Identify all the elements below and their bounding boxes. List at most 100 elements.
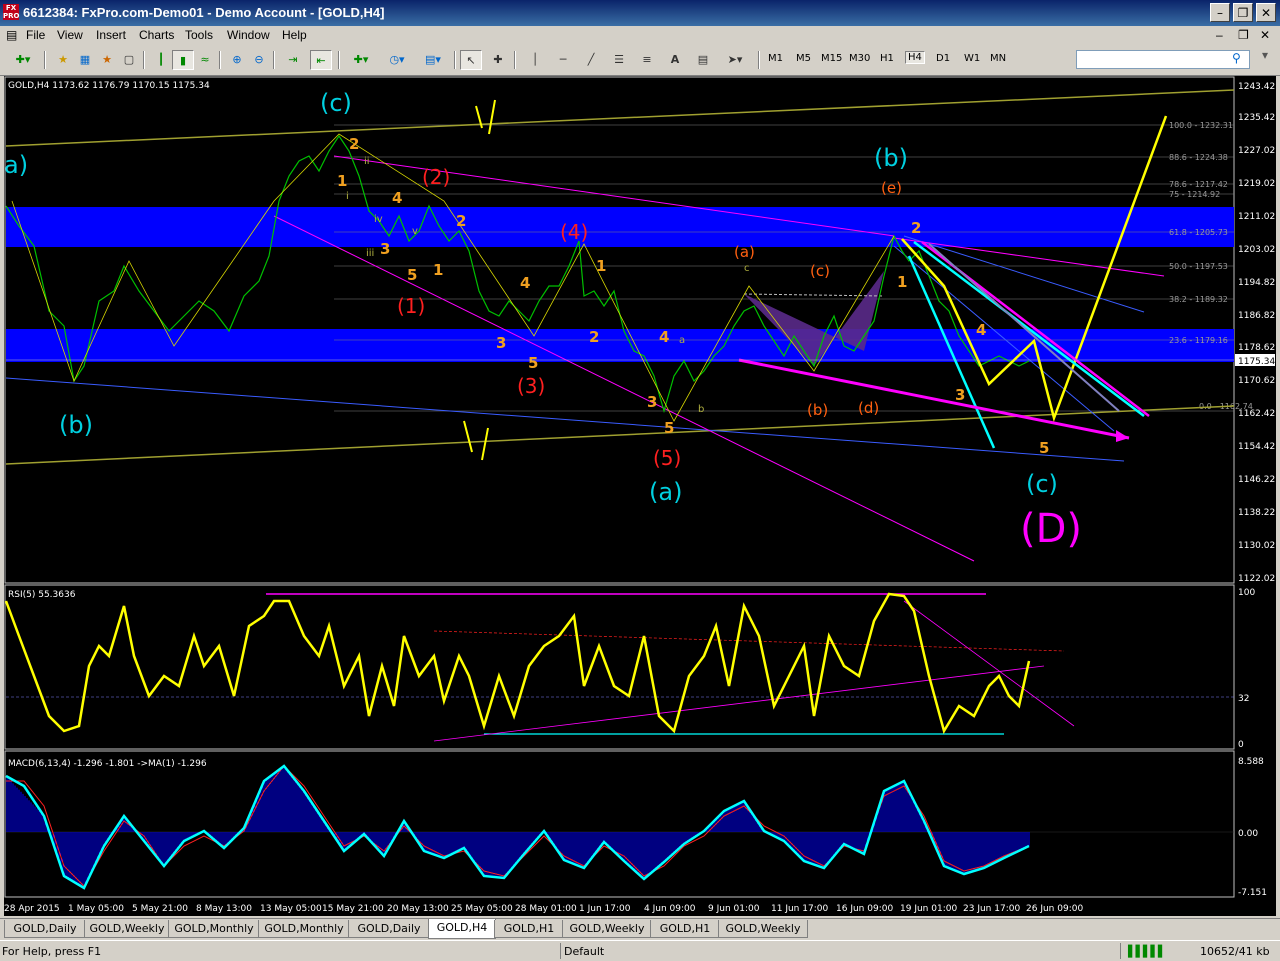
mdi-close-button[interactable]: ✕ [1260,28,1270,42]
chart-canvas[interactable]: 100.0 - 1232.31 88.6 - 1224.38 78.6 - 12… [4,76,1276,916]
menu-help[interactable]: Help [282,28,307,42]
wave-count: 4 [659,328,669,346]
time-tick: 23 Jun 17:00 [963,904,1020,914]
current-price: 1175.34 [1238,357,1275,367]
tab-gold-monthly-2[interactable]: GOLD,Monthly [258,920,350,938]
rsi-title: RSI(5) 55.3636 [8,590,76,600]
bar-chart-icon[interactable]: ┃ [150,50,172,70]
price-tick: 1122.02 [1238,574,1275,584]
wave-label-b-left: (b) [59,411,93,439]
menu-insert[interactable]: Insert [96,28,126,42]
chart-window[interactable]: 100.0 - 1232.31 88.6 - 1224.38 78.6 - 12… [4,76,1276,916]
menu-charts[interactable]: Charts [139,28,174,42]
toolbar-more-icon[interactable]: ▾ [1262,48,1268,62]
zoom-in-icon[interactable]: ⊕ [226,50,248,70]
wave-label-4-red: (4) [560,220,588,244]
subwave: i [346,191,349,202]
timeframe-d1[interactable]: D1 [936,53,950,64]
indicators-icon[interactable]: ✚▾ [346,50,376,70]
cursor-icon[interactable]: ↖ [460,50,482,70]
tab-gold-weekly[interactable]: GOLD,Weekly [84,920,170,938]
wave-label-a-left: a) [4,151,28,179]
wave-count: 5 [664,419,674,437]
label-icon[interactable]: ▤ [692,50,714,70]
new-chart-icon[interactable]: ✚▾ [8,50,38,70]
crosshair-icon[interactable]: ✚ [487,50,509,70]
status-separator [1120,943,1121,959]
toolbar-separator [44,51,46,69]
mdi-minimize-button[interactable]: – [1216,28,1223,42]
line-chart-icon[interactable]: ≈ [194,50,216,70]
resistance-zone [6,207,1234,247]
tab-gold-weekly-3[interactable]: GOLD,Weekly [718,920,808,938]
vertical-line-icon[interactable]: │ [524,50,546,70]
tab-gold-daily-2[interactable]: GOLD,Daily [348,920,430,938]
periods-icon[interactable]: ◷▾ [382,50,412,70]
doc-icon[interactable]: ▤ [6,28,17,42]
wave-label-2-red: (2) [422,165,450,189]
arrows-icon[interactable]: ➤▾ [720,50,750,70]
timeframe-m30[interactable]: M30 [849,53,870,64]
text-icon[interactable]: A [664,50,686,70]
fibonacci-icon[interactable]: ≡ [636,50,658,70]
price-tick: 1243.42 [1238,82,1275,92]
tab-gold-h1[interactable]: GOLD,H1 [494,920,564,938]
minimize-button[interactable]: – [1210,3,1230,22]
price-tick: 1219.02 [1238,179,1275,189]
chart-shift-icon[interactable]: ⇤ [310,50,332,70]
time-tick: 19 Jun 01:00 [900,904,957,914]
tab-gold-h4[interactable]: GOLD,H4 [428,919,496,939]
trendline-icon[interactable]: ╱ [580,50,602,70]
price-axis: 1243.42 1235.42 1227.02 1219.02 1211.02 … [1238,82,1275,584]
horizontal-line-icon[interactable]: ─ [552,50,574,70]
menu-tools[interactable]: Tools [185,28,213,42]
terminal-icon[interactable]: ▢ [118,50,140,70]
timeframe-m1[interactable]: M1 [768,53,783,64]
channel-icon[interactable]: ☰ [608,50,630,70]
wave-label-c-top: (c) [320,89,352,117]
wave-label-a-cyan: (a) [649,478,682,506]
candlestick-icon[interactable]: ▮ [172,50,194,70]
price-tick: 1227.02 [1238,146,1275,156]
market-watch-icon[interactable]: ▦ [74,50,96,70]
price-tick: 1178.62 [1238,343,1275,353]
maximize-button[interactable]: ❐ [1233,3,1253,22]
macd-tick: 8.588 [1238,757,1264,767]
templates-icon[interactable]: ▤▾ [418,50,448,70]
zoom-out-icon[interactable]: ⊖ [248,50,270,70]
close-button[interactable]: ✕ [1256,3,1276,22]
timeframe-h1[interactable]: H1 [880,53,894,64]
search-icon[interactable]: ⚲ [1232,51,1241,65]
macd-title: MACD(6,13,4) -1.296 -1.801 ->MA(1) -1.29… [8,759,207,769]
timeframe-mn[interactable]: MN [990,53,1006,64]
timeframe-m15[interactable]: M15 [821,53,842,64]
timeframe-w1[interactable]: W1 [964,53,980,64]
tab-gold-daily[interactable]: GOLD,Daily [4,920,86,938]
menu-file[interactable]: File [26,28,45,42]
price-tick: 1130.02 [1238,541,1275,551]
wave-count: 5 [528,354,538,372]
wave-count: 1 [596,257,606,275]
search-input[interactable] [1076,50,1250,69]
status-help: For Help, press F1 [2,945,102,958]
autoscroll-icon[interactable]: ⇥ [282,50,304,70]
macd-axis: 8.588 0.00 -7.151 [1238,757,1267,898]
timeframe-m5[interactable]: M5 [796,53,811,64]
subwave: iv [374,214,383,225]
timeframe-h4[interactable]: H4 [905,51,925,64]
profiles-icon[interactable]: ★ [52,50,74,70]
tab-gold-h1-2[interactable]: GOLD,H1 [650,920,720,938]
menu-window[interactable]: Window [227,28,270,42]
rsi-tick: 32 [1238,694,1249,704]
subwave: b [698,404,704,415]
navigator-icon[interactable]: ★ [96,50,118,70]
tab-gold-monthly[interactable]: GOLD,Monthly [168,920,260,938]
fib-label: 23.6 - 1179.16 [1169,336,1228,345]
fib-label: 88.6 - 1224.38 [1169,153,1228,162]
status-profile[interactable]: Default [564,945,604,958]
tab-gold-weekly-2[interactable]: GOLD,Weekly [562,920,652,938]
time-tick: 13 May 05:00 [260,904,322,914]
title-bar: FX PRO 6612384: FxPro.com-Demo01 - Demo … [0,0,1280,26]
menu-view[interactable]: View [57,28,83,42]
mdi-restore-button[interactable]: ❐ [1238,28,1249,42]
